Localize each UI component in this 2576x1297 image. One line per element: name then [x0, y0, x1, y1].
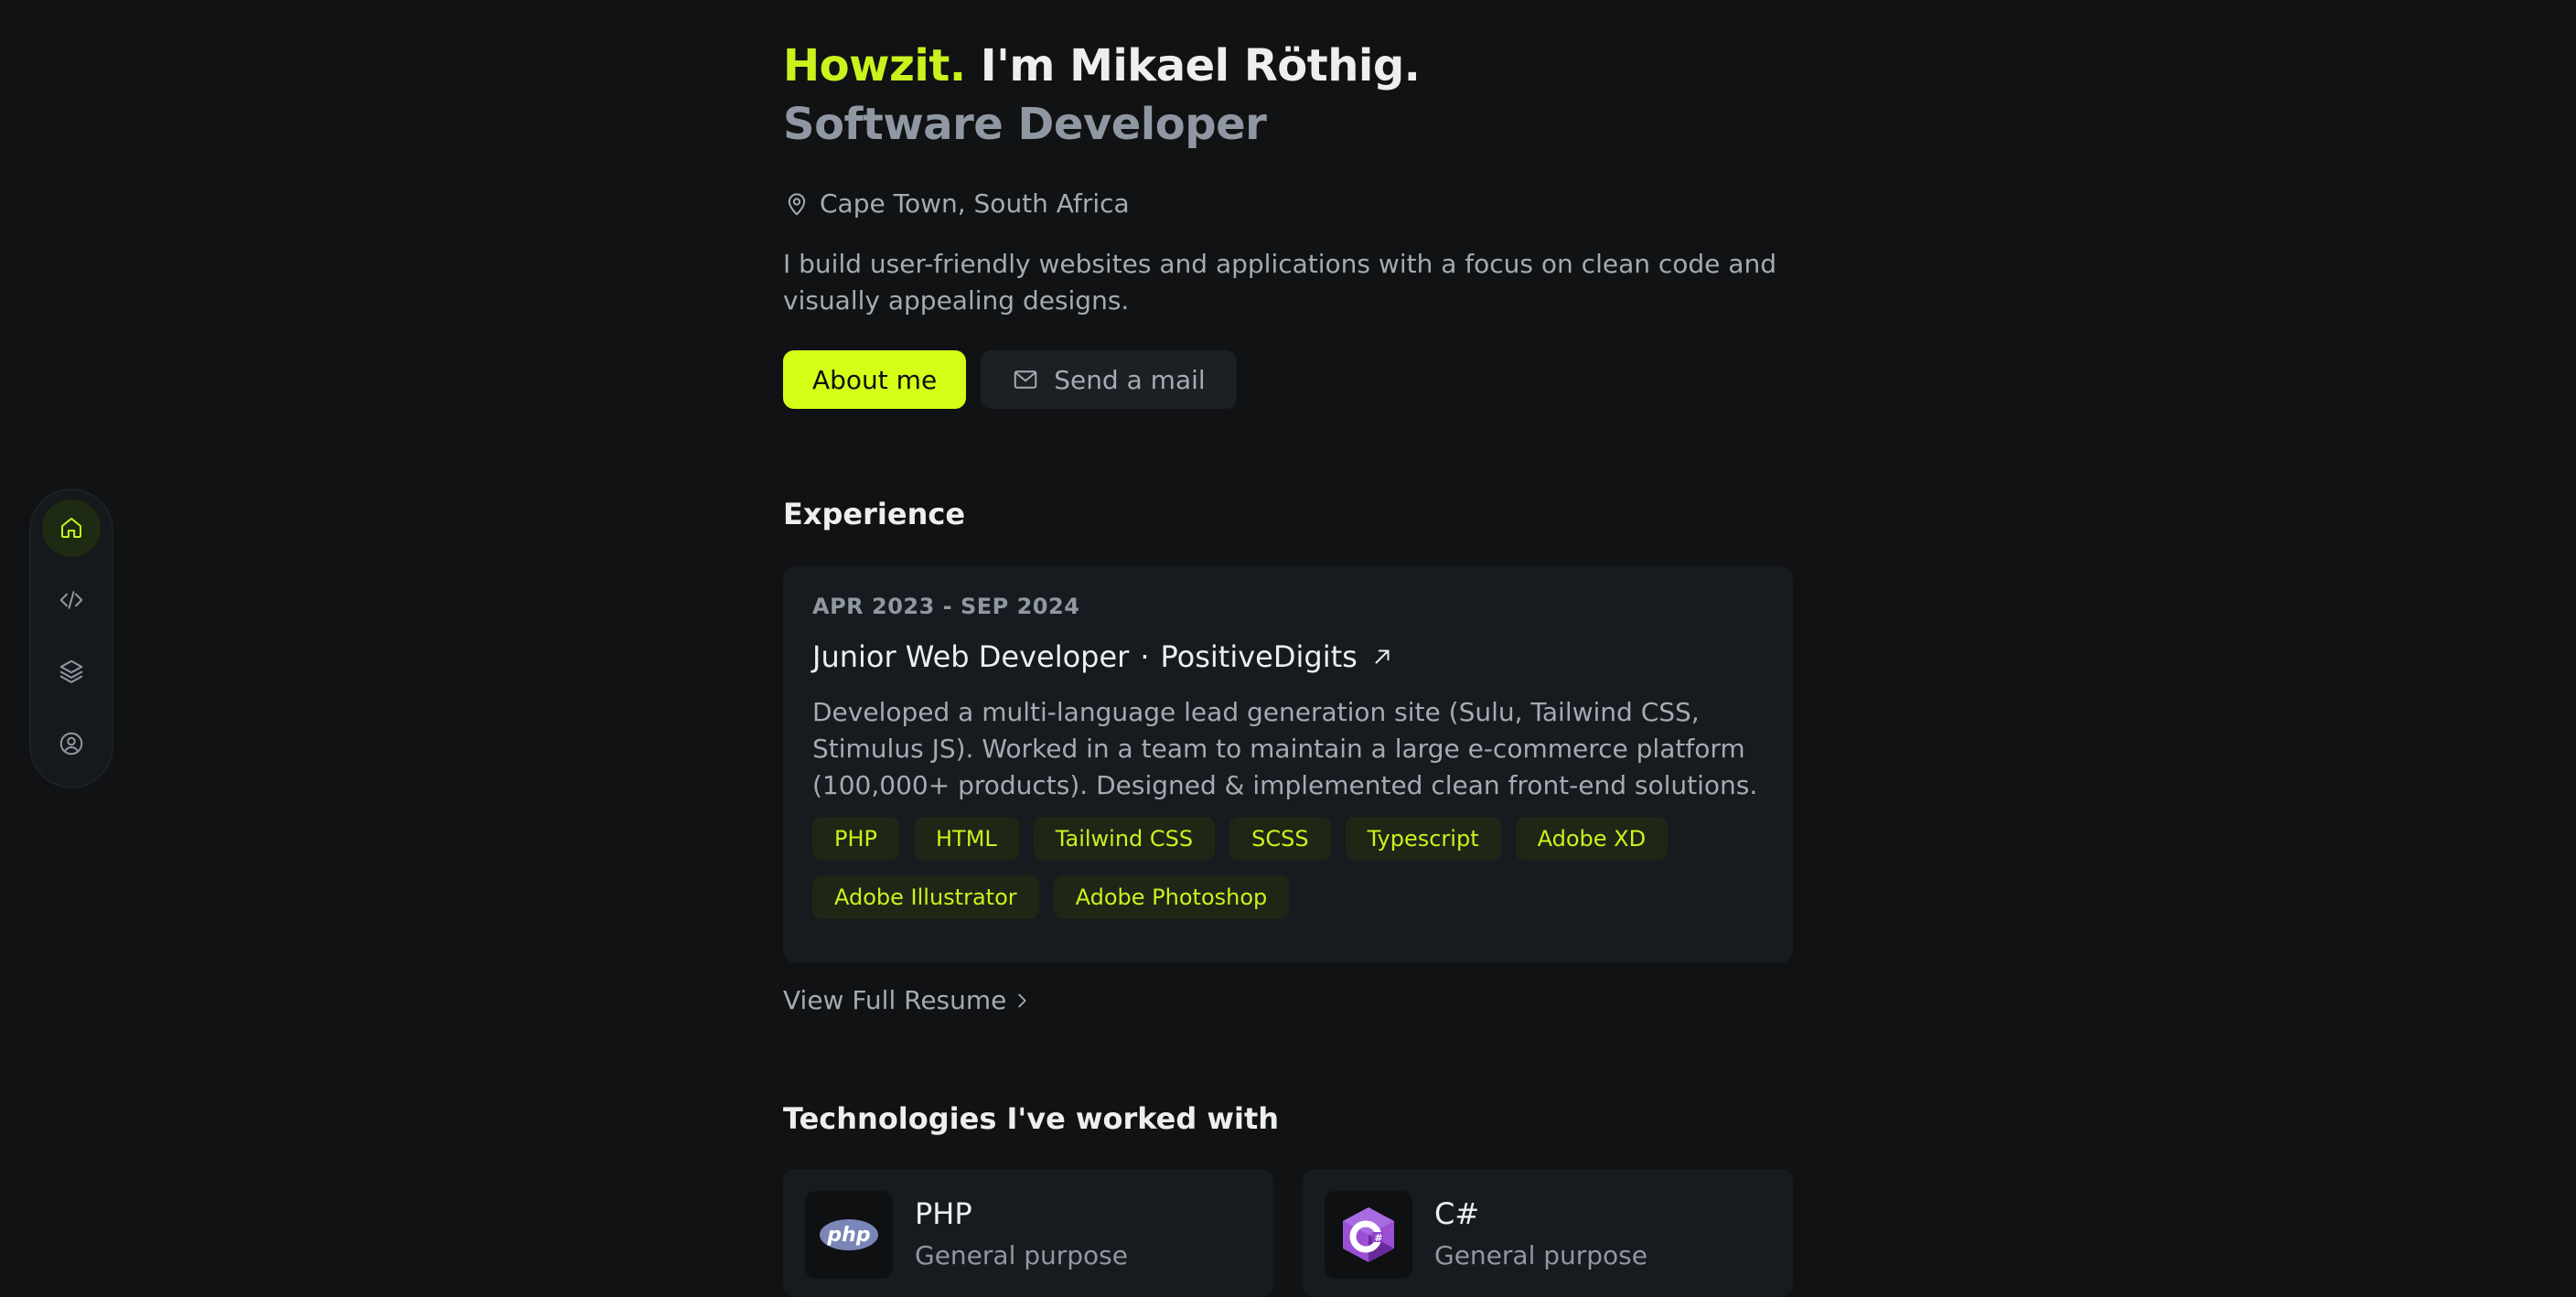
external-link-arrow-icon — [1375, 649, 1390, 664]
experience-date: APR 2023 - SEP 2024 — [812, 594, 1080, 619]
experience-role: Junior Web Developer — [812, 639, 1130, 674]
code-icon — [59, 591, 83, 609]
side-dock — [29, 488, 113, 788]
hero-role: Software Developer — [783, 99, 1267, 150]
home-icon — [61, 518, 81, 539]
view-resume-link[interactable]: View Full Resume — [783, 985, 1793, 1015]
intro-text: I build user-friendly websites and appli… — [783, 249, 1776, 316]
svg-text:php: php — [826, 1224, 870, 1247]
csharp-logo-icon: # — [1325, 1191, 1412, 1279]
tech-kind: General purpose — [1434, 1240, 1648, 1270]
layers-icon — [59, 660, 83, 684]
svg-text:#: # — [1374, 1232, 1382, 1244]
chevron-right-icon — [1018, 993, 1026, 1007]
send-mail-button[interactable]: Send a mail — [981, 350, 1237, 409]
skill-tag: Adobe XD — [1515, 817, 1669, 861]
technologies-grid: php PHP General purpose # C# General pur… — [783, 1169, 1793, 1297]
about-me-button[interactable]: About me — [783, 350, 967, 409]
skill-tag: PHP — [812, 817, 899, 861]
map-pin-icon — [788, 192, 806, 215]
mail-icon — [1014, 370, 1037, 389]
technologies-heading: Technologies I've worked with — [783, 1101, 1280, 1136]
tech-info: PHP General purpose — [915, 1191, 1128, 1270]
view-resume-label: View Full Resume — [783, 985, 1007, 1015]
tech-info: C# General purpose — [1434, 1191, 1648, 1270]
hero-actions: About me Send a mail — [783, 350, 1793, 409]
user-circle-icon — [59, 732, 83, 755]
experience-role-link[interactable]: Junior Web Developer · PositiveDigits — [812, 639, 1764, 674]
tech-card-php[interactable]: php PHP General purpose — [783, 1169, 1273, 1297]
hero-title: Howzit. I'm Mikael Röthig. — [783, 37, 1793, 95]
experience-card: APR 2023 - SEP 2024 Junior Web Developer… — [783, 566, 1793, 963]
location: Cape Town, South Africa — [783, 188, 1793, 219]
tech-card-csharp[interactable]: # C# General purpose — [1303, 1169, 1793, 1297]
skill-tag: SCSS — [1229, 817, 1331, 861]
dock-home-button[interactable] — [42, 499, 101, 557]
hero-greeting: Howzit. — [783, 40, 966, 91]
experience-company: PositiveDigits — [1160, 639, 1358, 674]
php-logo-icon: php — [805, 1191, 893, 1279]
hero-name: I'm Mikael Röthig. — [980, 40, 1421, 91]
main-content: Howzit. I'm Mikael Röthig. Software Deve… — [783, 37, 1793, 1297]
dock-layers-button[interactable] — [42, 643, 101, 701]
role-separator: · — [1140, 639, 1150, 674]
send-mail-label: Send a mail — [1054, 364, 1206, 395]
dock-code-button[interactable] — [42, 572, 101, 629]
experience-heading: Experience — [783, 497, 966, 531]
location-text: Cape Town, South Africa — [820, 188, 1130, 219]
skill-tags: PHP HTML Tailwind CSS SCSS Typescript Ad… — [812, 817, 1764, 934]
tech-name: PHP — [915, 1196, 972, 1231]
skill-tag: Adobe Photoshop — [1053, 875, 1290, 919]
skill-tag: Typescript — [1345, 817, 1501, 861]
skill-tag: HTML — [914, 817, 1019, 861]
tech-kind: General purpose — [915, 1240, 1128, 1270]
tech-name: C# — [1434, 1196, 1480, 1231]
dock-profile-button[interactable] — [42, 715, 101, 773]
skill-tag: Adobe Illustrator — [812, 875, 1039, 919]
experience-description: Developed a multi-language lead generati… — [812, 697, 1758, 800]
skill-tag: Tailwind CSS — [1033, 817, 1216, 861]
